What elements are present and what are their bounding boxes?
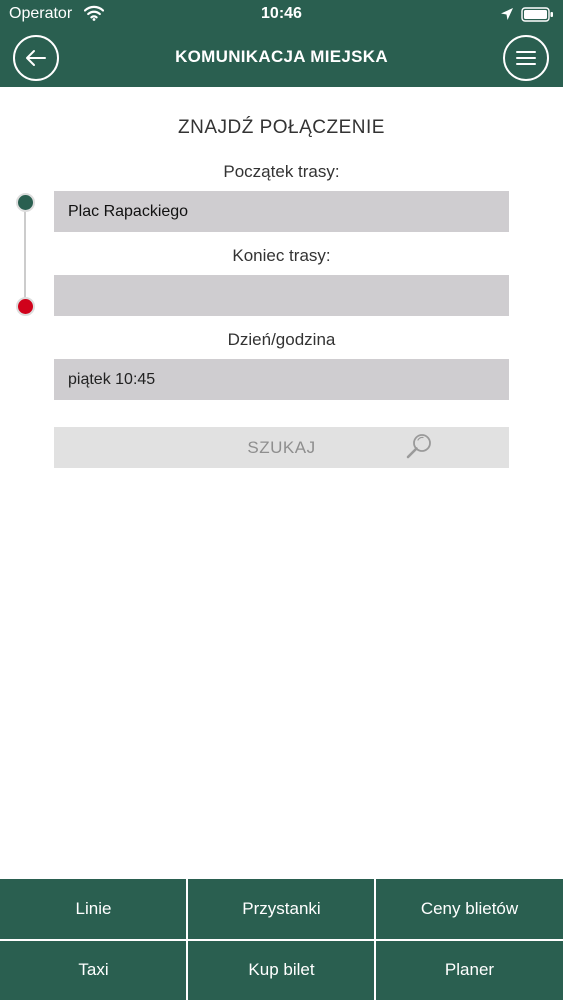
grid-divider [0,939,563,941]
datetime-label: Dzień/godzina [227,330,336,349]
nav-item-label: Ceny blietów [420,899,519,918]
nav-item-kup-bilet[interactable]: Kup bilet [188,940,375,1000]
end-marker-icon [15,296,35,316]
end-label: Koniec trasy: [232,246,331,265]
top-bar: Operator 10:46 KOMUNIKACJA MIEJSKA [0,0,563,87]
magnifier-icon [406,434,431,459]
form-heading: ZNAJDŹ POŁĄCZENIE [178,117,385,138]
nav-item-label: Planer [444,960,495,979]
page-title: KOMUNIKACJA MIEJSKA [175,47,388,66]
menu-button[interactable] [503,35,549,81]
search-button[interactable]: SZUKAJ [54,427,509,468]
end-field[interactable] [54,275,509,316]
start-field-value: Plac Rapackiego [68,202,189,220]
status-bar: Operator 10:46 [0,0,563,30]
nav-item-label: Linie [75,899,112,918]
nav-item-label: Przystanki [242,899,321,918]
hamburger-menu-icon [516,51,536,65]
nav-item-planer[interactable]: Planer [376,940,563,1000]
nav-item-przystanki[interactable]: Przystanki [188,879,375,939]
nav-item-label: Taxi [78,960,109,979]
screen: Operator 10:46 KOMUNIKACJA MIEJSKA ZNAJD… [0,0,563,1000]
datetime-field-value: piątek 10:45 [68,370,156,388]
status-time: 10:46 [261,5,302,22]
location-arrow-icon [501,8,513,20]
bottom-navigation: Linie Przystanki Ceny blietów Taxi Kup b… [0,879,563,1000]
nav-item-linie[interactable]: Linie [0,879,187,939]
start-label: Początek trasy: [223,162,340,181]
battery-icon [521,7,553,22]
search-button-label: SZUKAJ [247,438,316,457]
start-marker-icon [15,192,35,212]
start-field[interactable]: Plac Rapackiego [54,191,509,232]
route-connector [24,203,26,306]
nav-item-taxi[interactable]: Taxi [0,940,187,1000]
nav-item-ceny-biletow[interactable]: Ceny blietów [376,879,563,939]
datetime-field[interactable]: piątek 10:45 [54,359,509,400]
nav-bar: KOMUNIKACJA MIEJSKA [0,30,563,87]
nav-item-label: Kup bilet [248,960,315,979]
